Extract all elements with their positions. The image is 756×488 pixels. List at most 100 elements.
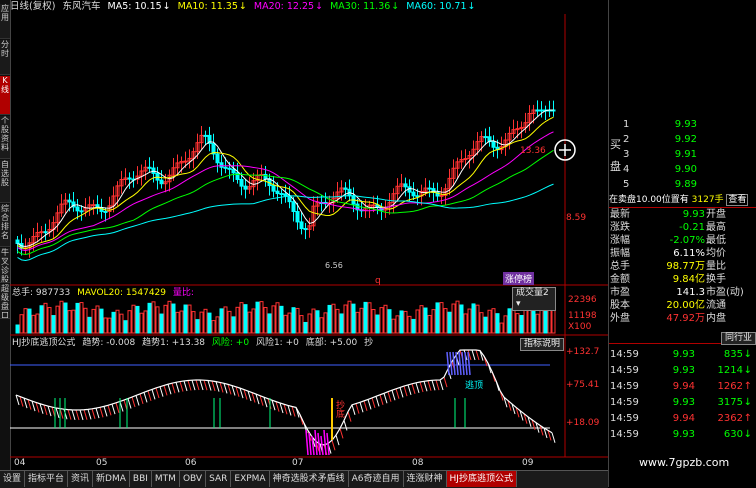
tick-volume: 630 [723,429,743,440]
chart-canvas[interactable] [10,0,608,470]
quote-panel: 买盘 1 9.93 2 9.92 3 9.91 4 9.90 5 9.89 在卖盘10.00位置有… [608,0,756,487]
tick-price: 9.93 [672,365,695,376]
indicator-hatch [347,411,352,422]
industry-button[interactable]: 同行业 [721,332,756,345]
indicator-hatch [339,428,344,439]
volume-bar [167,300,172,334]
indicator-tab[interactable]: 设置 [0,471,26,487]
sidebar-tab[interactable]: 应用 [0,4,10,39]
tick-time: 14:59 [610,349,639,360]
indicator-name[interactable]: HJ抄底逃顶公式 [12,338,75,348]
candle-body [243,185,248,190]
volume-bar [159,313,164,334]
indicator-tab[interactable]: A6奇迹自用 [349,471,404,487]
volume-bar [303,321,308,334]
pending-view-button[interactable]: 查看 [726,194,749,206]
stat-row: 涨跌 -0.21 最高 [609,221,756,235]
indicator-tab[interactable]: MTM [152,471,180,487]
buy-level-row[interactable]: 2 9.92 [609,133,756,147]
volume-bar [279,305,284,334]
indicator-buy: 抄 [364,338,374,348]
indicator-hatch [215,381,220,392]
volume-bar [403,310,408,334]
indicator-tab[interactable]: 资讯 [68,471,94,487]
indicator-tab[interactable]: 连涨财神 [404,471,447,487]
indicator-hatch [287,405,292,416]
volume-bar [115,309,120,334]
stat-label-2: 内盘 [706,313,726,324]
top-zone-bar [464,351,468,376]
volume-bar [295,307,300,334]
volume-bar [227,310,232,334]
volume-bar [199,311,204,334]
volume-bar [143,310,148,334]
volume-bar [59,300,64,334]
indicator-hatch [387,391,392,402]
volume-select-label: 成交量2 [516,288,549,298]
indicator-tab[interactable]: OBV [180,471,207,487]
buy-level-row[interactable]: 5 9.89 [609,178,756,192]
tick-direction-icon: ↑ [743,381,752,392]
indicator-tab[interactable]: HJ抄底逃顶公式 [446,471,517,487]
sidebar-tab[interactable]: 分时 [0,40,10,75]
volume-bar [163,304,168,334]
indicator-hatch [171,383,176,394]
stat-label-2: 最低 [706,235,726,246]
indicator-hatch [151,389,156,400]
sidebar-tab[interactable]: 牛叉诊股 [0,248,10,283]
volume-bar [503,315,508,334]
volume-bar [379,307,384,334]
volume-bar [91,308,96,334]
candlestick-series [15,100,556,258]
volume-bar [491,308,496,334]
buy-level-row[interactable]: 4 9.90 [609,163,756,177]
volume-bar [479,312,484,334]
volume-bar [35,313,40,334]
sidebar-tab[interactable]: 自选股 [0,160,10,203]
buy-level-row[interactable]: 1 9.93 [609,118,756,132]
indicator-tab[interactable]: EXPMA [231,471,270,487]
indicator-hatch [423,381,428,392]
indicator-hatch [279,402,284,414]
volume-bar [267,313,272,334]
stat-label: 涨跌 [610,222,630,233]
indicator-tab[interactable]: BBI [130,471,152,487]
volume-bar [299,315,304,334]
buy-level-row[interactable]: 3 9.91 [609,148,756,162]
stats-table: 最新 9.93 开盘 涨跌 -0.21 最高 涨幅 -2.07% 最低 振幅 6.11% 均价 总手 98… [609,208,756,328]
indicator-tab[interactable]: 新DMA [93,471,130,487]
sidebar-tab[interactable]: 超级盘口 [0,284,10,319]
volume-bar [535,313,540,334]
stat-label-2: 开盘 [706,209,726,220]
indicator-hatch [551,432,556,443]
sidebar-tab[interactable]: 个股资料 [0,116,10,159]
indicator-tab[interactable]: SAR [206,471,232,487]
buy-level-no: 4 [623,164,630,175]
tick-direction-icon: ↓ [743,397,752,408]
stat-row: 市盈 141.3 市盈(动) [609,286,756,300]
pending-order-line: 在卖盘10.00位置有 3127手 查看 [609,194,756,206]
limit-up-tag[interactable]: 涨停榜 [503,272,535,285]
buy-level-price: 9.91 [674,149,697,160]
indicator-help-button[interactable]: 指标说明 [520,338,565,351]
indicator-hatch [167,384,172,395]
indicator-hatch [403,385,408,397]
candle-body [535,109,540,112]
indicator-hatch [439,379,444,391]
volume-indicator-select[interactable]: 成交量2 ▾ [512,287,556,311]
sidebar-tab[interactable]: 综合排名 [0,204,10,247]
volume-bar [111,311,116,334]
volume-bar [263,307,268,334]
indicator-tab[interactable]: 神奇选股术矛盾线 [270,471,349,487]
top-zone-bar [449,351,453,376]
top-zone-bar [455,351,459,376]
sidebar-tab[interactable]: K线 [0,76,10,115]
indicator-hatch [375,396,380,407]
candle-body [291,201,296,213]
tick-volume: 1262 [717,381,743,392]
indicator-hatch [355,403,360,414]
volume-bar [395,315,400,334]
indicator-tab[interactable]: 指标平台 [25,471,69,487]
volume-bar [183,304,188,334]
indicator-hatch [95,407,100,419]
